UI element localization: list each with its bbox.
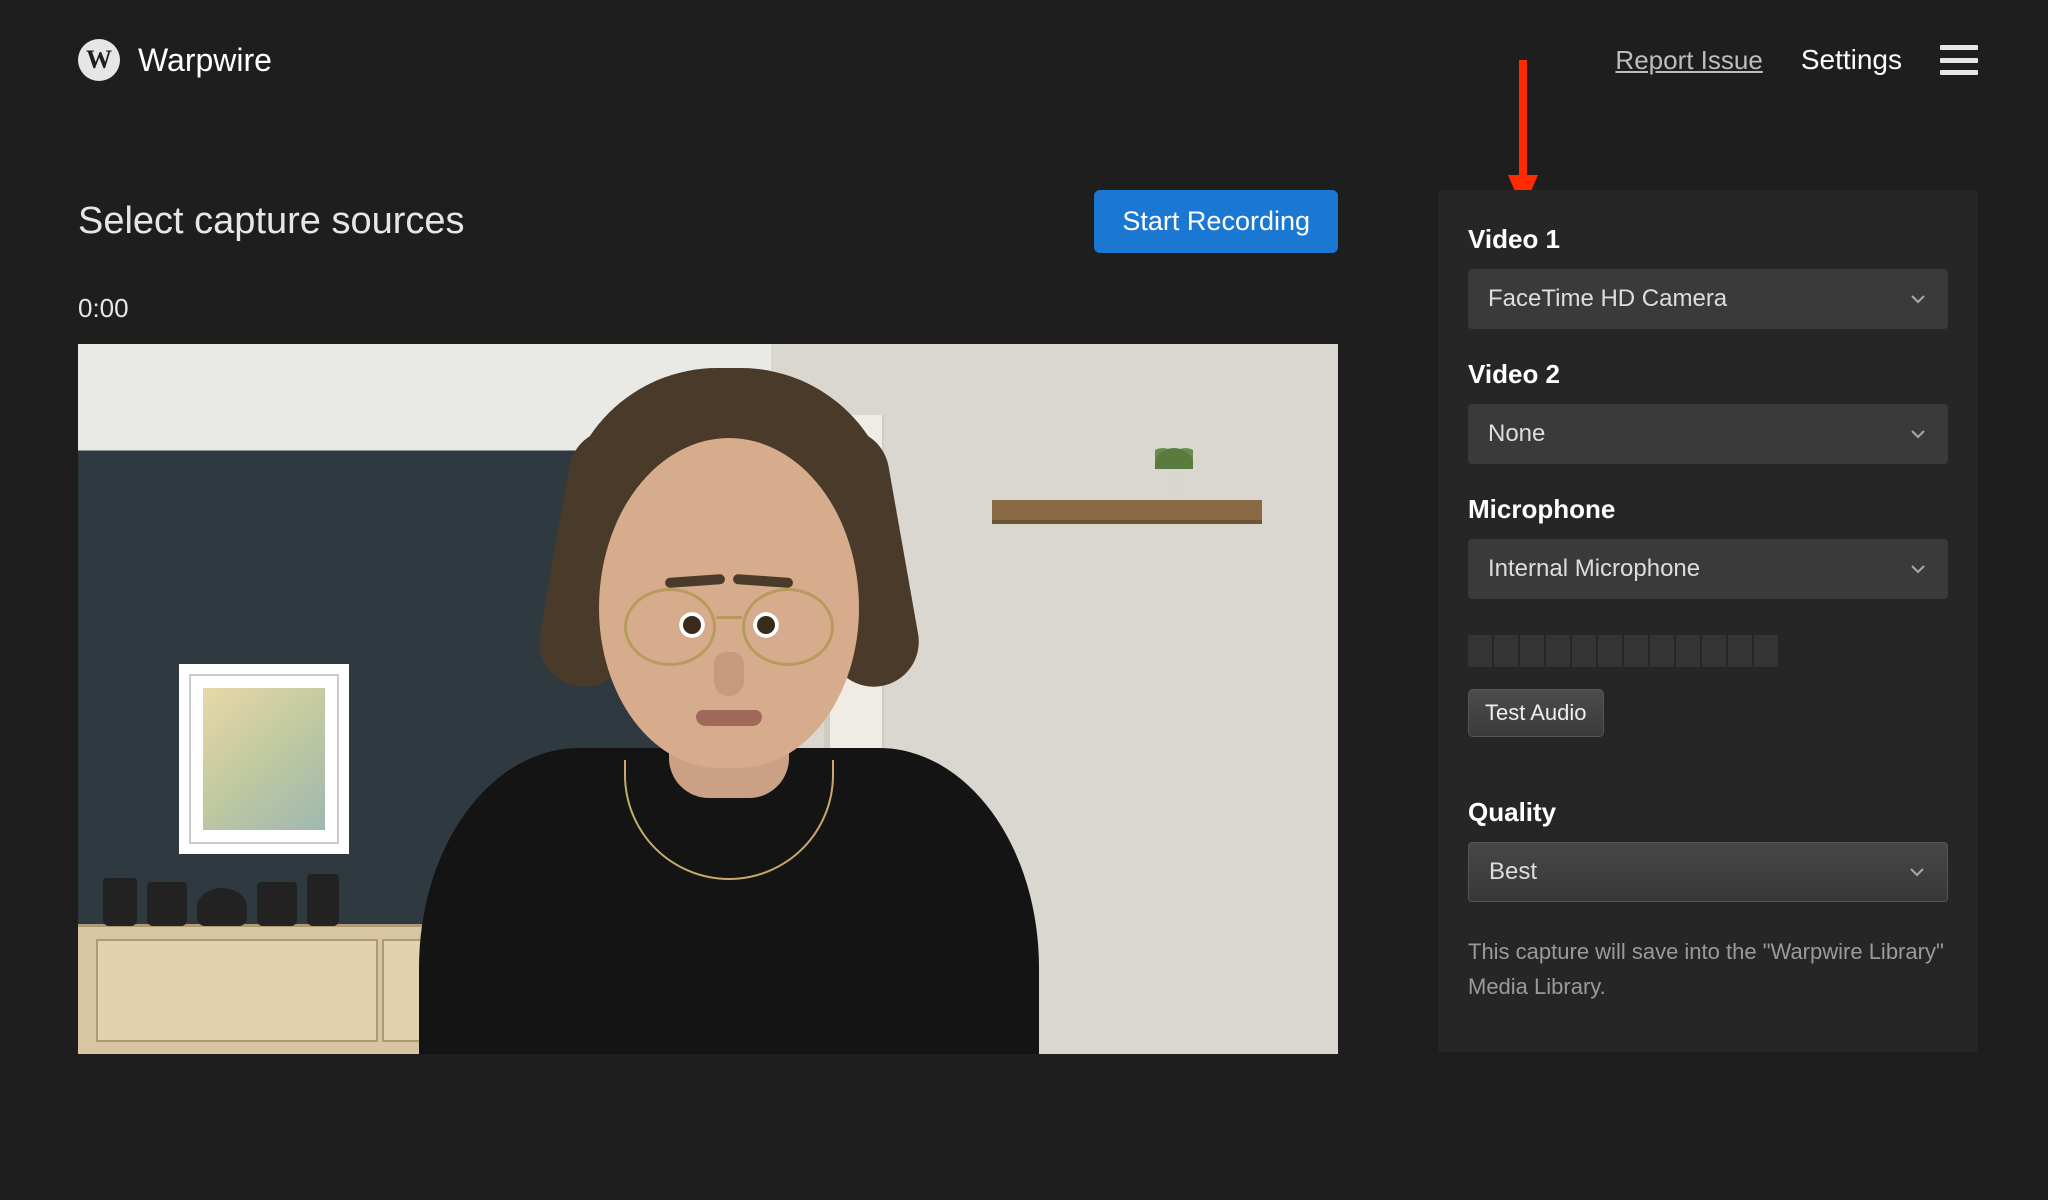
video1-value: FaceTime HD Camera (1488, 285, 1727, 313)
video2-label: Video 2 (1468, 359, 1948, 390)
microphone-value: Internal Microphone (1488, 555, 1700, 583)
audio-level-meter (1468, 635, 1948, 667)
capture-main: Select capture sources Start Recording 0… (78, 190, 1338, 1054)
camera-preview (78, 344, 1338, 1054)
microphone-select[interactable]: Internal Microphone (1468, 539, 1948, 599)
hamburger-menu-icon[interactable] (1940, 45, 1978, 75)
quality-block: Quality Best (1468, 797, 1948, 902)
settings-link[interactable]: Settings (1801, 44, 1902, 76)
start-recording-button[interactable]: Start Recording (1094, 190, 1338, 253)
title-row: Select capture sources Start Recording (78, 190, 1338, 253)
page-title: Select capture sources (78, 200, 465, 243)
video2-value: None (1488, 420, 1545, 448)
quality-label: Quality (1468, 797, 1948, 828)
video1-label: Video 1 (1468, 224, 1948, 255)
microphone-label: Microphone (1468, 494, 1948, 525)
app-root: W Warpwire Report Issue Settings Select … (0, 0, 2048, 1200)
brand-name: Warpwire (138, 42, 272, 79)
chevron-down-icon (1908, 289, 1928, 309)
brand-logo-letter: W (86, 45, 112, 75)
chevron-down-icon (1907, 862, 1927, 882)
test-audio-button[interactable]: Test Audio (1468, 689, 1604, 737)
video2-select[interactable]: None (1468, 404, 1948, 464)
brand-logo: W (78, 39, 120, 81)
quality-select[interactable]: Best (1468, 842, 1948, 902)
video1-select[interactable]: FaceTime HD Camera (1468, 269, 1948, 329)
quality-value: Best (1489, 858, 1537, 886)
save-destination-hint: This capture will save into the "Warpwir… (1468, 934, 1948, 1004)
chevron-down-icon (1908, 559, 1928, 579)
chevron-down-icon (1908, 424, 1928, 444)
brand: W Warpwire (78, 39, 272, 81)
report-issue-link[interactable]: Report Issue (1615, 45, 1762, 76)
recording-timer: 0:00 (78, 293, 1338, 324)
settings-panel: Video 1 FaceTime HD Camera Video 2 None … (1438, 190, 1978, 1052)
header: W Warpwire Report Issue Settings (0, 0, 2048, 120)
header-right: Report Issue Settings (1615, 44, 1978, 76)
